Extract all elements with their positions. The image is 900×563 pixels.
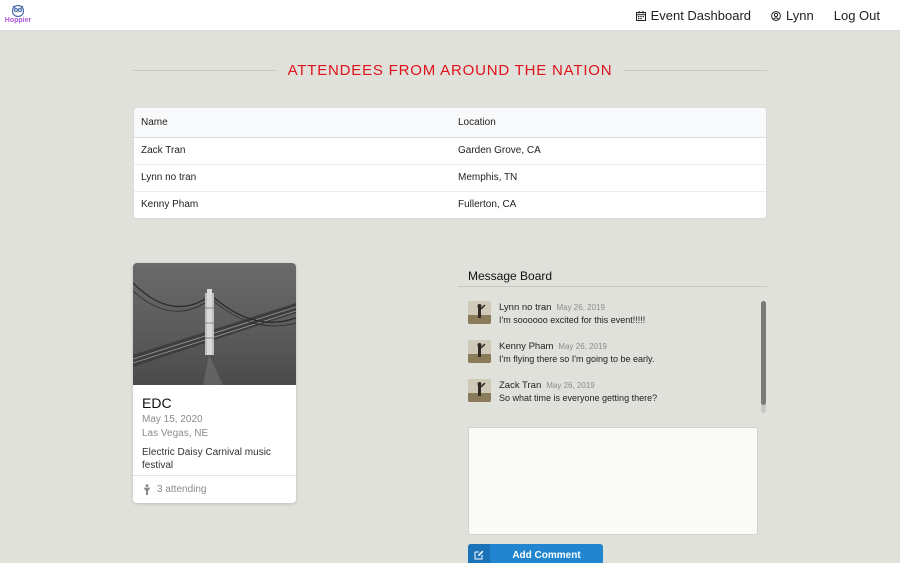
calendar-icon bbox=[635, 10, 646, 21]
comments-scrollbar-thumb[interactable] bbox=[761, 301, 766, 405]
nav-user-profile[interactable]: Lynn bbox=[771, 8, 814, 23]
nav-event-dashboard[interactable]: Event Dashboard bbox=[635, 8, 752, 23]
add-comment-button[interactable]: Add Comment bbox=[468, 544, 603, 563]
comment-date: May 26, 2019 bbox=[546, 381, 595, 390]
comment-item: Lynn no tran May 26, 2019 I'm soooooo exc… bbox=[468, 301, 645, 327]
event-location: Las Vegas, NE bbox=[142, 428, 209, 439]
avatar[interactable] bbox=[468, 379, 491, 402]
nav-logout-label: Log Out bbox=[833, 8, 880, 23]
comments-list[interactable]: Lynn no tran May 26, 2019 I'm soooooo exc… bbox=[458, 297, 768, 413]
event-description: Electric Daisy Carnival music festival bbox=[142, 447, 271, 471]
attendee-name: Zack Tran bbox=[141, 145, 186, 156]
nav-event-dashboard-label: Event Dashboard bbox=[650, 8, 752, 23]
top-navbar: Hoppier Event Dashboard Lynn Log Out bbox=[0, 0, 900, 31]
attendees-title: ATTENDEES FROM AROUND THE NATION bbox=[287, 61, 613, 79]
comment-date: May 26, 2019 bbox=[556, 303, 605, 312]
attendee-location: Garden Grove, CA bbox=[458, 145, 541, 156]
owl-logo-icon bbox=[11, 4, 25, 17]
message-board-title: Message Board bbox=[458, 269, 767, 287]
avatar[interactable] bbox=[468, 340, 491, 363]
comment-text: I'm soooooo excited for this event!!!!! bbox=[499, 315, 646, 325]
event-card[interactable]: EDC May 15, 2020 Las Vegas, NE Electric … bbox=[133, 263, 296, 503]
person-icon bbox=[144, 484, 150, 495]
attendees-section-header: ATTENDEES FROM AROUND THE NATION bbox=[133, 60, 768, 80]
table-row: Kenny Pham Fullerton, CA bbox=[134, 190, 766, 218]
nav-user-label: Lynn bbox=[786, 8, 814, 23]
avatar[interactable] bbox=[468, 301, 491, 324]
comment-item: Kenny Pham May 26, 2019 I'm flying there … bbox=[468, 340, 654, 366]
event-title[interactable]: EDC bbox=[142, 395, 287, 411]
comment-date: May 26, 2019 bbox=[558, 342, 607, 351]
edit-icon bbox=[468, 544, 490, 563]
attendees-table: Name Location Zack Tran Garden Grove, CA… bbox=[133, 107, 767, 219]
comment-textarea[interactable] bbox=[468, 427, 758, 535]
attendee-location: Fullerton, CA bbox=[451, 190, 766, 218]
table-row: Lynn no tran Memphis, TN bbox=[134, 163, 766, 191]
table-row: Zack Tran Garden Grove, CA bbox=[134, 137, 766, 164]
comment-author[interactable]: Lynn no tran bbox=[499, 302, 551, 313]
event-image bbox=[133, 263, 296, 385]
column-header-location: Location bbox=[451, 108, 766, 138]
event-body: EDC May 15, 2020 Las Vegas, NE Electric … bbox=[133, 385, 296, 472]
attending-count: 3 attending bbox=[157, 484, 207, 495]
logo-text: Hoppier bbox=[4, 17, 32, 24]
column-header-name: Name bbox=[134, 108, 451, 138]
nav-menu: Event Dashboard Lynn Log Out bbox=[616, 0, 880, 31]
event-date: May 15, 2020 bbox=[142, 414, 203, 425]
nav-logout[interactable]: Log Out bbox=[834, 8, 880, 23]
comment-author[interactable]: Zack Tran bbox=[499, 380, 541, 391]
table-header-row: Name Location bbox=[134, 108, 766, 138]
comment-author[interactable]: Kenny Pham bbox=[499, 341, 553, 352]
attendee-name: Lynn no tran bbox=[134, 163, 451, 191]
comment-text: So what time is everyone getting there? bbox=[499, 393, 658, 403]
comment-text: I'm flying there so I'm going to be earl… bbox=[499, 354, 655, 364]
divider-right bbox=[624, 69, 768, 71]
app-logo[interactable]: Hoppier bbox=[4, 3, 32, 29]
add-comment-label: Add Comment bbox=[512, 549, 581, 561]
event-attending: 3 attending bbox=[133, 475, 296, 503]
divider-left bbox=[133, 69, 276, 71]
attendee-name: Kenny Pham bbox=[134, 190, 451, 218]
user-circle-icon bbox=[771, 10, 781, 21]
comment-item: Zack Tran May 26, 2019 So what time is ev… bbox=[468, 379, 657, 405]
attendee-location: Memphis, TN bbox=[451, 163, 766, 191]
